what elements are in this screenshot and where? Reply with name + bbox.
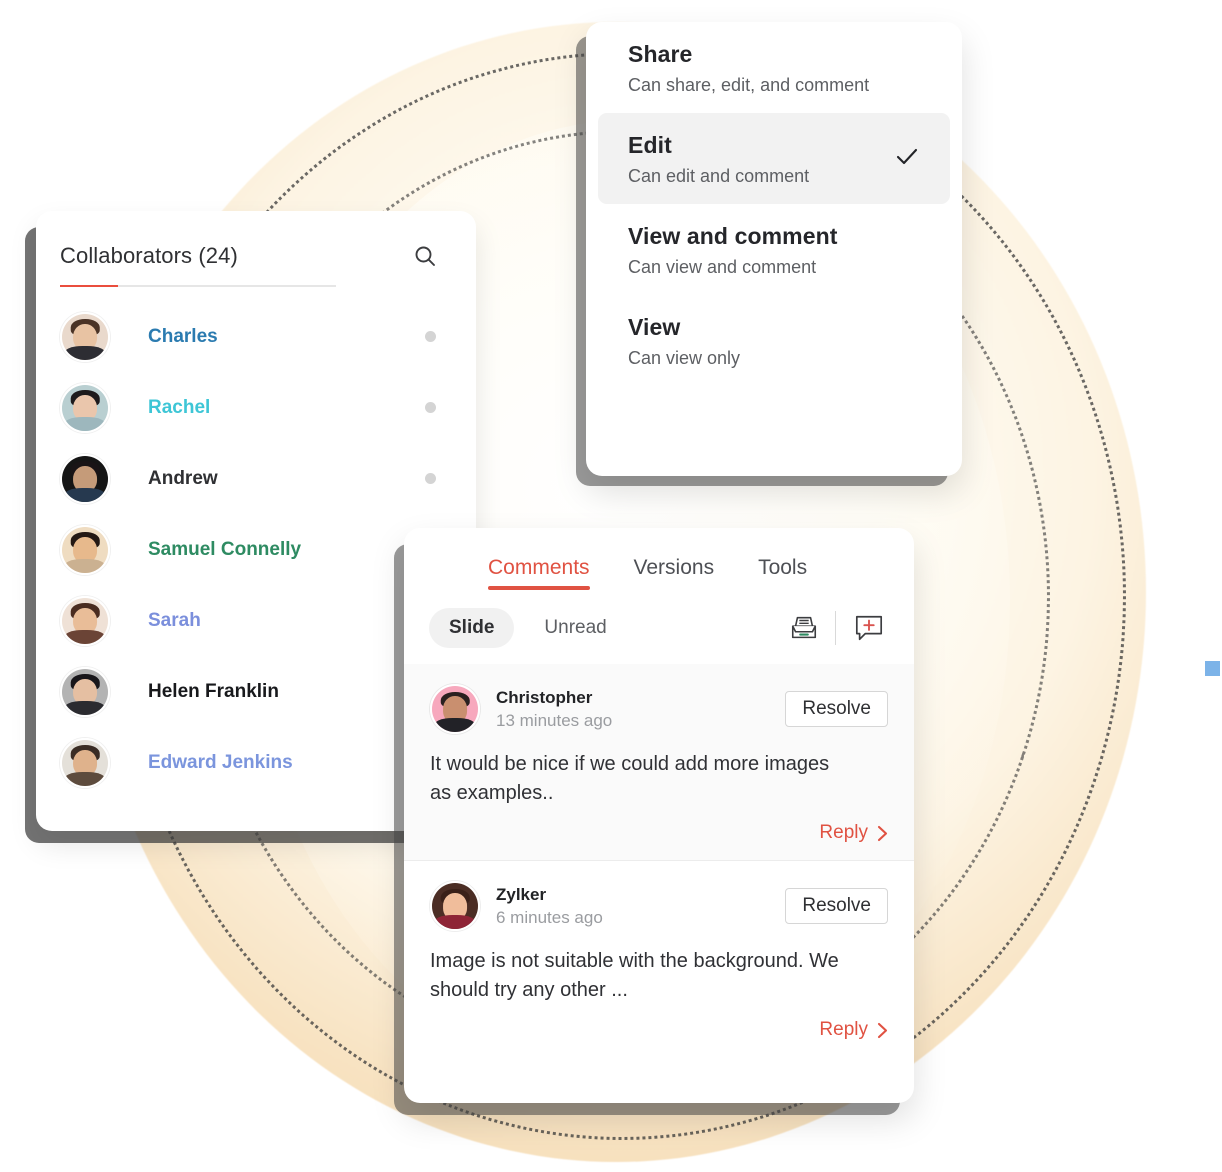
resolve-button[interactable]: Resolve [785, 888, 888, 924]
collaborators-header: Collaborators (24) [36, 211, 476, 271]
search-icon [415, 246, 435, 266]
avatar-illustration [62, 455, 108, 502]
collaborator-status-dot [425, 473, 436, 484]
avatar [60, 595, 110, 646]
tab-versions[interactable]: Versions [634, 556, 715, 590]
comment-meta: Zylker 6 minutes ago [496, 885, 785, 928]
avatar-illustration [62, 313, 108, 360]
comment-item: Christopher 13 minutes ago Resolve It would… [404, 664, 914, 860]
avatar [60, 524, 110, 575]
avatar [60, 737, 110, 788]
avatar [60, 453, 110, 504]
comment-text: Image is not suitable with the backgroun… [430, 950, 839, 1001]
permission-subtitle: Can view and comment [628, 257, 817, 277]
permission-option[interactable]: Share Can share, edit, and comment [586, 22, 962, 113]
tab-tools[interactable]: Tools [758, 556, 807, 590]
collaborator-name: Edward Jenkins [148, 751, 293, 773]
comment-timestamp: 13 minutes ago [496, 710, 613, 730]
reply-label: Reply [819, 822, 868, 843]
collaborator-status-dot [425, 402, 436, 413]
archive-tray-button[interactable] [785, 609, 823, 647]
comment-author: Christopher [496, 687, 593, 707]
collaborator-name: Rachel [148, 396, 211, 418]
permission-option[interactable]: View and comment Can view and comment [586, 204, 962, 295]
reply-button[interactable]: Reply [430, 1019, 888, 1041]
avatar-illustration [432, 883, 478, 929]
avatar [430, 881, 480, 931]
permission-subtitle: Can edit and comment [628, 166, 810, 186]
collaborator-row[interactable]: Andrew [36, 443, 476, 514]
permission-subtitle: Can share, edit, and comment [628, 75, 870, 95]
tab-comments[interactable]: Comments [488, 556, 590, 590]
comment-meta: Christopher 13 minutes ago [496, 688, 785, 731]
permission-option[interactable]: View Can view only [586, 295, 962, 386]
collaborators-underline [60, 285, 336, 287]
collaborator-status-dot [425, 331, 436, 342]
comments-panel: Comments Versions Tools Slide Unread Chr… [404, 528, 914, 1103]
permission-title: Edit [628, 132, 672, 158]
decorative-blue-square [1205, 661, 1220, 676]
comments-tabbar: Comments Versions Tools [404, 528, 914, 590]
avatar-illustration [62, 526, 108, 573]
permission-option[interactable]: Edit Can edit and comment [598, 113, 950, 204]
avatar-illustration [62, 739, 108, 786]
comment-author: Zylker [496, 884, 547, 904]
comment-timestamp: 6 minutes ago [496, 907, 603, 927]
avatar [430, 684, 480, 734]
filter-slide[interactable]: Slide [429, 608, 515, 648]
collaborator-row[interactable]: Charles [36, 301, 476, 372]
comment-item: Zylker 6 minutes ago Resolve Image is not s… [404, 860, 914, 1057]
comment-header: Christopher 13 minutes ago Resolve [430, 684, 888, 734]
filter-unread[interactable]: Unread [524, 608, 626, 648]
resolve-button[interactable]: Resolve [785, 691, 888, 727]
avatar-illustration [62, 384, 108, 431]
comment-text: It would be nice if we could add more im… [430, 753, 830, 804]
share-permissions-panel: Share Can share, edit, and comment Edit Can… [586, 22, 962, 476]
avatar-illustration [62, 597, 108, 644]
collaborator-name: Sarah [148, 609, 201, 631]
check-icon [894, 143, 920, 174]
comment-header: Zylker 6 minutes ago Resolve [430, 881, 888, 931]
reply-label: Reply [819, 1019, 868, 1040]
collaborator-name: Helen Franklin [148, 680, 279, 702]
search-button[interactable] [410, 241, 440, 271]
collaborator-row[interactable]: Rachel [36, 372, 476, 443]
toolbar-divider [835, 611, 836, 645]
screenshot-root: Share Can share, edit, and comment Edit Can… [0, 0, 1222, 1172]
collaborator-name: Samuel Connelly [148, 538, 302, 560]
archive-tray-icon [791, 616, 817, 639]
permission-title: View [628, 314, 681, 340]
permission-title: Share [628, 41, 693, 67]
reply-button[interactable]: Reply [430, 822, 888, 844]
add-comment-button[interactable] [850, 609, 888, 647]
chevron-right-icon [877, 1022, 888, 1038]
chevron-right-icon [877, 825, 888, 841]
add-comment-icon [855, 615, 883, 641]
avatar [60, 311, 110, 362]
avatar [60, 382, 110, 433]
collaborator-name: Andrew [148, 467, 218, 489]
avatar-illustration [62, 668, 108, 715]
collaborators-title: Collaborators (24) [60, 243, 238, 268]
collaborator-name: Charles [148, 325, 218, 347]
avatar [60, 666, 110, 717]
avatar-illustration [432, 686, 478, 732]
permission-subtitle: Can view only [628, 348, 741, 368]
comments-filter-bar: Slide Unread [404, 590, 914, 664]
comments-list: Christopher 13 minutes ago Resolve It would… [404, 664, 914, 1057]
permission-title: View and comment [628, 223, 838, 249]
